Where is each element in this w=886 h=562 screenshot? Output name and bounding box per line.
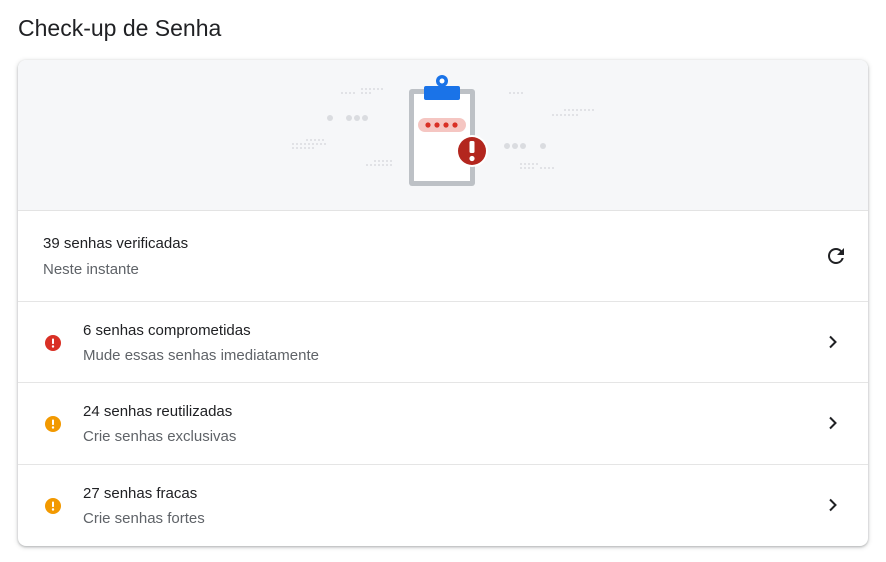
reused-subtitle: Crie senhas exclusivas: [83, 428, 237, 445]
warning-icon: [45, 498, 61, 514]
weak-title: 27 senhas fracas: [83, 485, 198, 502]
reused-passwords-row[interactable]: 24 senhas reutilizadas Crie senhas exclu…: [18, 383, 868, 465]
warning-icon: [45, 416, 61, 432]
error-icon: [45, 335, 61, 351]
chevron-right-icon[interactable]: [826, 497, 840, 513]
checkup-banner: [18, 60, 868, 211]
compromised-title: 6 senhas comprometidas: [83, 322, 251, 339]
checkup-illustration: [292, 75, 594, 186]
weak-passwords-row[interactable]: 27 senhas fracas Crie senhas fortes: [18, 465, 868, 546]
compromised-passwords-row[interactable]: 6 senhas comprometidas Mude essas senhas…: [18, 302, 868, 383]
weak-subtitle: Crie senhas fortes: [83, 510, 205, 527]
chevron-right-icon[interactable]: [826, 334, 840, 350]
compromised-subtitle: Mude essas senhas imediatamente: [83, 347, 319, 364]
checked-status-row: 39 senhas verificadas Neste instante: [18, 211, 868, 302]
chevron-right-icon[interactable]: [826, 415, 840, 431]
refresh-icon[interactable]: [824, 244, 848, 268]
checked-count-text: 39 senhas verificadas: [43, 235, 189, 252]
reused-title: 24 senhas reutilizadas: [83, 403, 233, 420]
page-title: Check-up de Senha: [18, 15, 222, 41]
password-checkup-card: 39 senhas verificadas Neste instante 6 s…: [18, 60, 868, 546]
checked-time-text: Neste instante: [43, 261, 139, 278]
